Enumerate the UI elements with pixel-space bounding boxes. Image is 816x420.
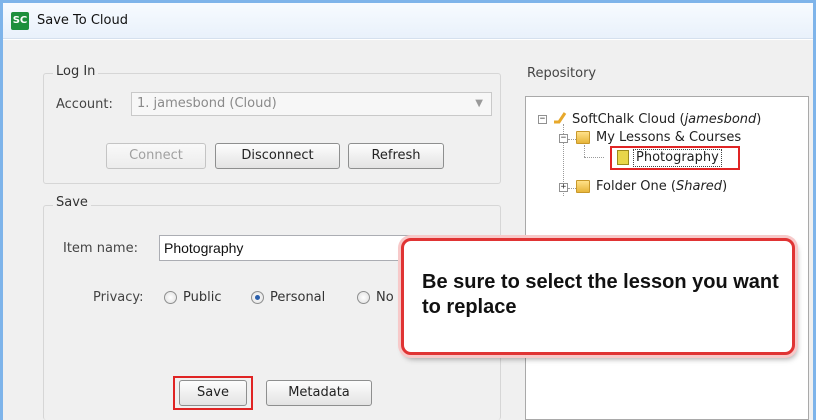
title-bar: SC Save To Cloud: [3, 3, 813, 39]
privacy-personal-label[interactable]: Personal: [270, 290, 325, 305]
tree-connector: [584, 145, 585, 157]
privacy-personal-radio[interactable]: [251, 291, 264, 304]
privacy-no-label[interactable]: No: [376, 290, 394, 305]
item-name-label: Item name:: [63, 241, 138, 256]
tree-item-folder-one-tag: Shared: [676, 179, 723, 194]
tree-root-owner: jamesbond: [684, 112, 757, 127]
connect-button[interactable]: Connect: [106, 143, 206, 169]
tree-item-my-lessons[interactable]: My Lessons & Courses: [596, 130, 741, 145]
app-logo-icon: SC: [11, 12, 29, 30]
save-button[interactable]: Save: [179, 380, 247, 406]
instruction-callout: Be sure to select the lesson you want to…: [401, 238, 795, 355]
tree-item-folder-one[interactable]: Folder One (Shared): [596, 179, 727, 194]
tree-connector: [584, 157, 604, 158]
privacy-label: Privacy:: [93, 290, 144, 305]
refresh-button[interactable]: Refresh: [348, 143, 444, 169]
lesson-icon: [617, 150, 629, 165]
expand-folder-one-toggle[interactable]: +: [559, 183, 568, 192]
account-select-value: 1. jamesbond (Cloud): [137, 96, 277, 111]
chevron-down-icon[interactable]: ▼: [475, 93, 483, 115]
dialog-body: Log In Account: 1. jamesbond (Cloud) ▼ C…: [3, 40, 813, 420]
login-group-label: Log In: [53, 64, 99, 79]
account-select[interactable]: 1. jamesbond (Cloud) ▼: [131, 92, 492, 116]
window-title: Save To Cloud: [37, 13, 128, 28]
repository-label: Repository: [527, 66, 597, 81]
softchalk-cloud-icon: [554, 112, 567, 124]
account-label: Account:: [56, 97, 113, 112]
save-group-label: Save: [53, 195, 91, 210]
folder-icon: [576, 180, 590, 193]
privacy-public-radio[interactable]: [164, 291, 177, 304]
metadata-button[interactable]: Metadata: [266, 380, 372, 406]
tree-root-label: SoftChalk Cloud: [572, 112, 676, 127]
collapse-my-lessons-toggle[interactable]: −: [559, 134, 568, 143]
privacy-public-label[interactable]: Public: [183, 290, 221, 305]
tree-item-folder-one-label: Folder One: [596, 179, 667, 194]
callout-text: Be sure to select the lesson you want to…: [422, 271, 779, 318]
folder-icon: [576, 131, 590, 144]
privacy-no-radio[interactable]: [357, 291, 370, 304]
collapse-root-toggle[interactable]: −: [538, 115, 547, 124]
tree-item-photography[interactable]: Photography: [633, 149, 722, 167]
disconnect-button[interactable]: Disconnect: [215, 143, 340, 169]
tree-root-item[interactable]: SoftChalk Cloud (jamesbond): [572, 112, 761, 127]
